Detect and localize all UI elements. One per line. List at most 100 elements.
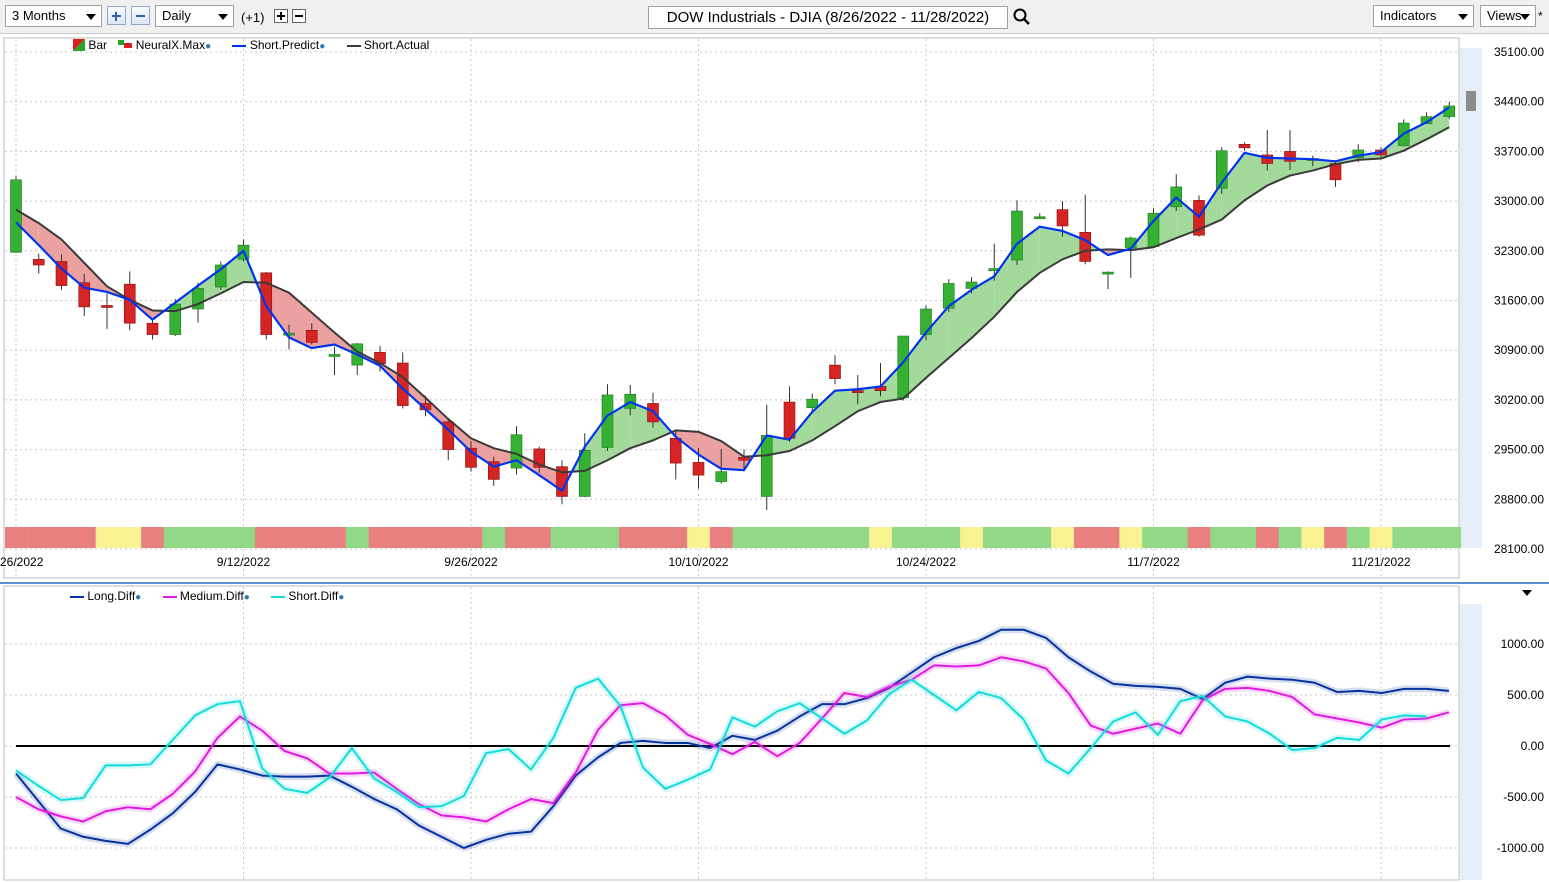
diff-indicator-chart[interactable]: 1000.00 500.00 0.00 -500.00 -1000.00 xyxy=(0,582,1549,882)
candle-body[interactable] xyxy=(1284,151,1296,162)
neuralx-band-segment xyxy=(368,527,392,548)
views-select[interactable]: Views xyxy=(1480,5,1536,27)
period-select[interactable]: 3 Months xyxy=(5,5,102,27)
minus-icon xyxy=(136,15,145,17)
neuralx-band-segment xyxy=(1301,527,1325,548)
search-icon[interactable] xyxy=(1012,7,1032,27)
candle-body[interactable] xyxy=(920,308,932,335)
short-actual-legend-line xyxy=(346,44,361,47)
neuralx-band-segment xyxy=(254,527,279,548)
neuralx-band-segment xyxy=(800,527,825,548)
short-diff-line xyxy=(15,677,1427,809)
candle-body[interactable] xyxy=(1102,271,1114,275)
candle-body[interactable] xyxy=(305,330,318,343)
candle-body[interactable] xyxy=(829,364,841,379)
x-tick-label: 10/24/2022 xyxy=(896,555,956,569)
candle-body[interactable] xyxy=(101,305,113,308)
symbol-title-field[interactable]: DOW Industrials - DJIA (8/26/2022 - 11/2… xyxy=(648,6,1008,29)
neuralx-band-segment xyxy=(869,527,893,548)
candle-body[interactable] xyxy=(1011,210,1023,261)
candle-body[interactable] xyxy=(32,259,45,266)
interval-select[interactable]: Daily xyxy=(155,5,234,27)
neuralx-band-segment xyxy=(1164,527,1189,548)
y-tick-label: 29500.00 xyxy=(1494,443,1544,457)
info-dot-icon[interactable]: ● xyxy=(338,592,344,603)
candle-body[interactable] xyxy=(146,322,159,335)
info-dot-icon[interactable]: ● xyxy=(244,592,250,603)
y-tick-label: 28100.00 xyxy=(1494,542,1544,556)
right-margin-band xyxy=(1460,604,1482,880)
y-tick-label: 33000.00 xyxy=(1494,194,1544,208)
neuralx-band-segment xyxy=(1415,527,1439,548)
neuralx-band-segment xyxy=(573,527,597,548)
x-tick-label: 11/21/2022 xyxy=(1351,555,1410,569)
neuralx-band-segment xyxy=(960,527,984,548)
long-diff-legend-line xyxy=(70,595,84,598)
candle-body[interactable] xyxy=(578,450,591,497)
medium-diff-legend-line xyxy=(162,595,177,598)
y-tick-label: -1000.00 xyxy=(1497,841,1545,855)
candle-body[interactable] xyxy=(328,354,341,357)
neuralx-band-segment xyxy=(1278,527,1302,548)
indicators-select-label: Indicators xyxy=(1380,8,1437,23)
candle-body[interactable] xyxy=(806,398,819,409)
info-dot-icon[interactable]: ● xyxy=(135,592,141,603)
candle-body[interactable] xyxy=(1033,216,1046,220)
candle-body[interactable] xyxy=(669,437,682,464)
offset-increase-button[interactable] xyxy=(274,9,288,23)
info-dot-icon[interactable]: ● xyxy=(205,41,211,52)
candle-body[interactable] xyxy=(1238,144,1251,149)
candle-body[interactable] xyxy=(1079,232,1092,262)
price-chart-legend: Bar NeuralX.Max● Short.Predict● Short.Ac… xyxy=(73,37,429,52)
neuralx-band-segment xyxy=(846,527,870,548)
neuralx-band-segment xyxy=(323,527,347,548)
neuralx-band-segment xyxy=(982,527,1007,548)
neuralx-band-segment xyxy=(5,527,28,548)
neuralx-band-segment xyxy=(618,527,643,548)
neuralx-band-segment xyxy=(436,527,461,548)
neuralx-band-segment xyxy=(1028,527,1052,548)
info-dot-icon[interactable]: ● xyxy=(319,41,325,52)
candle-body[interactable] xyxy=(783,401,796,439)
scroll-handle[interactable] xyxy=(1466,91,1476,111)
neuralx-band-segment xyxy=(118,527,142,548)
candle-body[interactable] xyxy=(1056,209,1069,227)
neuralx-band-segment xyxy=(1346,527,1371,548)
candle-body[interactable] xyxy=(760,435,773,497)
candle-body[interactable] xyxy=(738,457,750,461)
plot-area-border xyxy=(3,37,1460,579)
candle-body[interactable] xyxy=(715,471,728,482)
candle-body[interactable] xyxy=(10,179,22,253)
neuralx-band-segment xyxy=(709,527,734,548)
legend-bar: Bar xyxy=(88,38,108,52)
y-tick-label: 32300.00 xyxy=(1494,244,1544,258)
interval-select-value: Daily xyxy=(162,8,191,23)
price-chart[interactable]: 35100.00 34400.00 33700.00 33000.00 32300.00… xyxy=(0,34,1549,579)
y-tick-label: 35100.00 xyxy=(1494,45,1544,59)
candle-body[interactable] xyxy=(851,390,864,393)
legend-long-diff: Long.Diff xyxy=(87,589,136,603)
y-tick-label: 0.00 xyxy=(1521,739,1545,753)
neuralx-band-segment xyxy=(1051,527,1075,548)
neuralx-band-segment xyxy=(1210,527,1234,548)
legend-medium-diff: Medium.Diff xyxy=(179,589,244,603)
y-tick-label: -500.00 xyxy=(1503,790,1544,804)
y-tick-label: 500.00 xyxy=(1507,688,1544,702)
legend-neuralx: NeuralX.Max xyxy=(135,38,206,52)
indicators-select[interactable]: Indicators xyxy=(1373,5,1474,27)
zoom-in-button[interactable] xyxy=(107,6,126,25)
toolbar-menu-star[interactable]: * xyxy=(1538,9,1543,23)
candle-body[interactable] xyxy=(692,462,705,476)
neuralx-band-segment xyxy=(163,527,188,548)
short-diff-legend-line xyxy=(271,595,286,598)
predict-actual-fill xyxy=(835,389,858,427)
neuralx-band-segment xyxy=(1005,527,1029,548)
neuralx-band-segment xyxy=(505,527,529,548)
chevron-down-icon xyxy=(1520,14,1530,20)
x-tick-label: 11/7/2022 xyxy=(1127,555,1180,569)
candle-body[interactable] xyxy=(169,303,182,335)
neuralx-band-segment xyxy=(687,527,711,548)
offset-decrease-button[interactable] xyxy=(292,9,306,23)
zoom-out-button[interactable] xyxy=(131,6,150,25)
panel-menu-chevron-icon[interactable] xyxy=(1522,589,1532,597)
